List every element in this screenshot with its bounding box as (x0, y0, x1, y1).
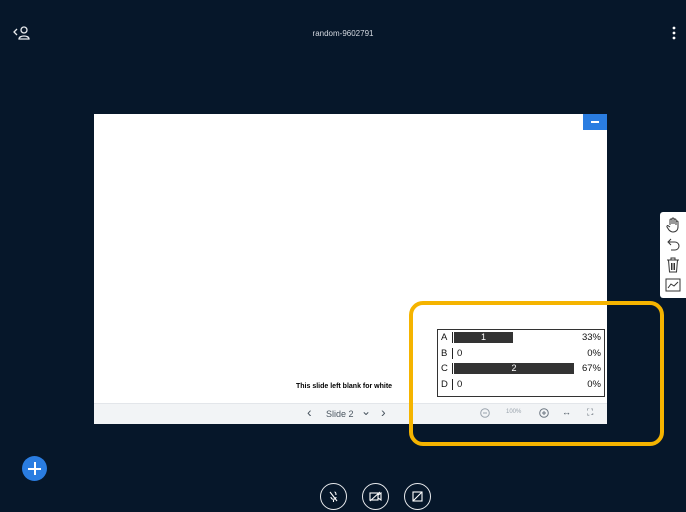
slide-dropdown-icon[interactable]: ⌄ (361, 404, 371, 418)
slide-text: This slide left blank for white (296, 383, 393, 390)
multi-user-whiteboard-icon[interactable] (664, 276, 682, 294)
poll-option-key: C (441, 363, 448, 374)
zoom-out-icon[interactable] (480, 408, 490, 420)
poll-percent: 0% (587, 347, 601, 359)
minimize-presentation-button[interactable] (583, 114, 607, 130)
poll-row-b: B 0 0% (438, 346, 604, 362)
trash-icon[interactable] (664, 256, 682, 274)
more-options-icon[interactable] (670, 25, 678, 41)
share-screen-button[interactable] (404, 483, 431, 510)
prev-slide-button[interactable]: ‹ (307, 404, 312, 420)
whiteboard-toolbar (660, 212, 686, 298)
poll-bar: 2 (454, 363, 574, 374)
poll-count: 0 (457, 347, 463, 359)
poll-row-d: D 0 0% (438, 377, 604, 393)
share-webcam-button[interactable] (362, 483, 389, 510)
poll-percent: 0% (587, 378, 601, 390)
slide-selector[interactable]: Slide 2 (326, 409, 354, 419)
poll-row-a: A 1 33% (438, 330, 604, 346)
zoom-in-icon[interactable] (539, 408, 549, 420)
next-slide-button[interactable]: › (381, 404, 386, 420)
mute-audio-button[interactable] (320, 483, 347, 510)
poll-percent: 67% (581, 363, 601, 374)
poll-results: A 1 33% B 0 0% C 2 67% D 0 0% (437, 329, 605, 397)
presentation-toolbar: ‹ Slide 2 ⌄ › 100% ↔ ⛶ (94, 403, 607, 424)
meeting-title: random-9602791 (312, 29, 374, 38)
poll-percent: 33% (581, 332, 601, 343)
poll-option-key: A (441, 332, 448, 343)
zoom-level: 100% (506, 409, 522, 415)
fullscreen-icon[interactable]: ⛶ (587, 407, 593, 418)
hand-tool-icon[interactable] (664, 216, 682, 234)
poll-option-key: B (441, 347, 448, 359)
poll-bar: 1 (454, 332, 513, 343)
undo-icon[interactable] (664, 236, 682, 254)
actions-button[interactable] (22, 456, 47, 481)
poll-row-c: C 2 67% (438, 361, 604, 377)
fit-width-icon[interactable]: ↔ (562, 407, 571, 417)
poll-count: 0 (457, 378, 463, 390)
poll-option-key: D (441, 378, 448, 390)
top-bar: random-9602791 (0, 14, 686, 50)
